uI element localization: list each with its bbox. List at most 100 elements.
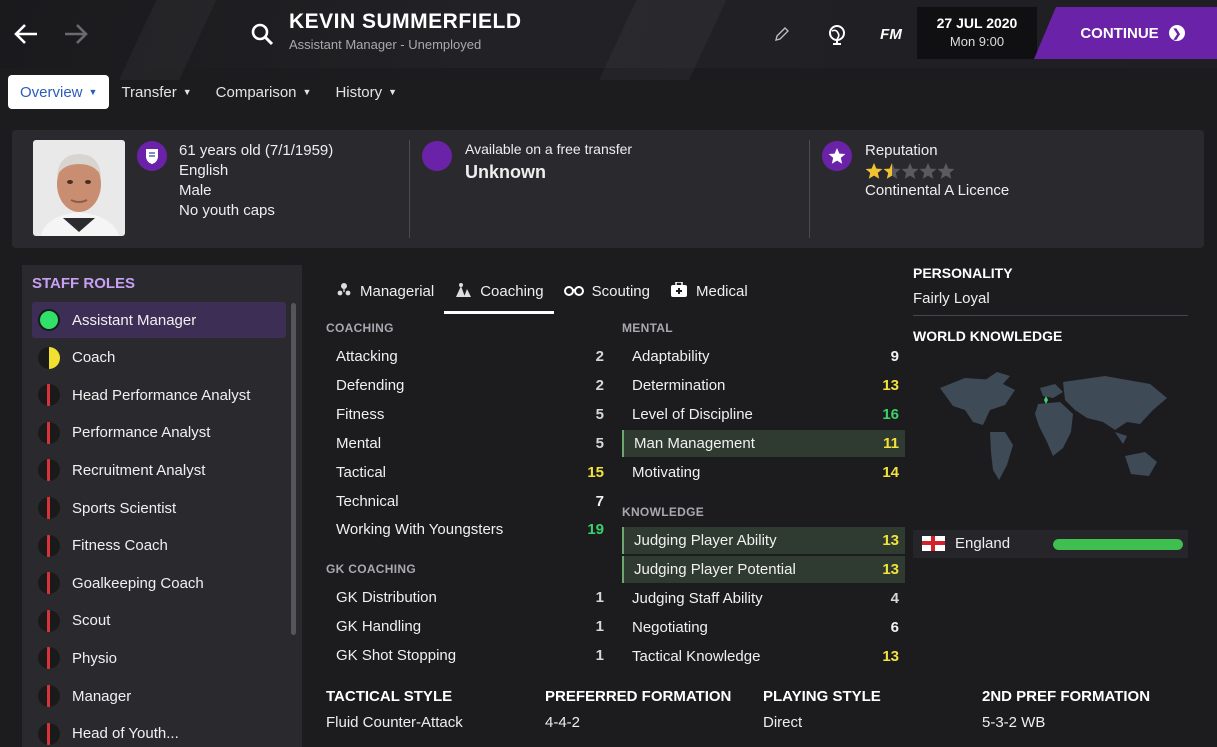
role-suitability-icon: [38, 384, 60, 407]
staff-role-item[interactable]: Head of Youth...: [32, 716, 286, 747]
reputation-label: Reputation: [865, 142, 938, 159]
staff-role-label: Head Performance Analyst: [72, 386, 251, 404]
attribute-value: 15: [587, 463, 604, 481]
star-icon: [822, 141, 852, 171]
playing-style-label: PLAYING STYLE: [763, 688, 881, 705]
forward-arrow-icon[interactable]: [56, 14, 96, 54]
attribute-row[interactable]: Mental 5: [326, 430, 610, 457]
subtab-label: Scouting: [591, 283, 650, 300]
subtab-managerial[interactable]: Managerial: [326, 272, 444, 314]
staff-role-item[interactable]: Goalkeeping Coach: [32, 565, 286, 601]
staff-role-item[interactable]: Performance Analyst: [32, 415, 286, 451]
attribute-label: Tactical Knowledge: [632, 647, 761, 665]
attribute-label: Tactical: [336, 463, 387, 481]
attribute-row[interactable]: Level of Discipline 16: [622, 401, 905, 428]
staff-role-item[interactable]: Recruitment Analyst: [32, 452, 286, 488]
attribute-row[interactable]: GK Handling 1: [326, 613, 610, 640]
avatar[interactable]: [33, 140, 125, 236]
attribute-value: 5: [595, 434, 604, 452]
attribute-row[interactable]: Fitness 5: [326, 401, 610, 428]
tab-transfer[interactable]: Transfer ▼: [109, 75, 203, 109]
attribute-row[interactable]: Attacking 2: [326, 343, 610, 370]
attribute-row[interactable]: Determination 13: [622, 372, 905, 399]
reputation-stars: [865, 162, 955, 180]
staff-role-item[interactable]: Fitness Coach: [32, 528, 286, 564]
tab-comparison[interactable]: Comparison ▼: [204, 75, 324, 109]
search-icon[interactable]: [242, 14, 282, 54]
attribute-row[interactable]: Man Management 11: [622, 429, 905, 457]
staff-role-label: Recruitment Analyst: [72, 461, 206, 479]
attribute-value: 6: [890, 618, 899, 636]
nationality[interactable]: English: [179, 161, 228, 181]
attribute-label: GK Handling: [336, 617, 422, 635]
attribute-row[interactable]: Judging Staff Ability 4: [622, 585, 905, 612]
youth-caps: No youth caps: [179, 202, 275, 219]
attribute-row[interactable]: Motivating 14: [622, 459, 905, 486]
attribute-label: Attacking: [336, 348, 398, 365]
chevron-right-icon: ❯: [1168, 25, 1185, 41]
attribute-row[interactable]: Defending 2: [326, 372, 610, 399]
staff-role-item[interactable]: Head Performance Analyst: [32, 377, 286, 413]
attribute-label: GK Distribution: [336, 589, 437, 606]
staff-role-item[interactable]: Physio: [32, 640, 286, 676]
attribute-row[interactable]: Judging Player Ability 13: [622, 527, 905, 554]
attribute-row[interactable]: GK Shot Stopping 1: [326, 642, 610, 669]
attribute-row[interactable]: Tactical Knowledge 13: [622, 643, 905, 670]
tab-label: History: [335, 83, 383, 101]
current-time: Mon 9:00: [949, 34, 1005, 49]
attribute-label: Judging Player Ability: [634, 532, 777, 549]
coaching-icon: [454, 282, 472, 301]
star-icon: [901, 162, 919, 180]
licence: Continental A Licence: [865, 182, 1010, 199]
chevron-down-icon: ▼: [88, 87, 98, 97]
role-suitability-icon: [38, 421, 60, 444]
attribute-label: Fitness: [336, 405, 385, 423]
continue-label: CONTINUE: [1080, 24, 1159, 42]
staff-role-item[interactable]: Sports Scientist: [32, 490, 286, 526]
attribute-row[interactable]: Working With Youngsters 19: [326, 516, 610, 543]
gk-coaching-section-title: GK COACHING: [326, 562, 416, 576]
attribute-row[interactable]: Tactical 15: [326, 459, 610, 486]
back-arrow-icon[interactable]: [6, 14, 46, 54]
staff-role-label: Scout: [72, 612, 111, 630]
background-stripe: [599, 0, 731, 80]
staff-role-item[interactable]: Assistant Manager: [32, 302, 286, 338]
attribute-subtabs: Managerial Coaching Scouting Medical: [326, 272, 758, 314]
staff-role-label: Fitness Coach: [72, 537, 168, 555]
attribute-row[interactable]: Technical 7: [326, 488, 610, 515]
knowledge-country[interactable]: England: [955, 534, 1010, 554]
attribute-label: GK Shot Stopping: [336, 646, 457, 664]
attribute-row[interactable]: Judging Player Potential 13: [622, 555, 905, 583]
scrollbar[interactable]: [291, 303, 296, 635]
second-formation-label: 2ND PREF FORMATION: [982, 688, 1151, 705]
subtab-scouting[interactable]: Scouting: [554, 272, 660, 314]
staff-role-item[interactable]: Coach: [32, 340, 286, 376]
attribute-label: Negotiating: [632, 618, 708, 636]
date-display[interactable]: 27 JUL 2020 Mon 9:00: [917, 7, 1037, 59]
attribute-value: 16: [882, 405, 899, 423]
edit-pencil-icon[interactable]: [770, 22, 794, 46]
attribute-label: Working With Youngsters: [336, 521, 504, 539]
attribute-value: 1: [595, 589, 604, 606]
coaching-section-title: COACHING: [326, 321, 394, 335]
tab-overview[interactable]: Overview ▼: [8, 75, 110, 109]
continue-button[interactable]: CONTINUE ❯: [1034, 7, 1217, 59]
fm-logo-icon[interactable]: FM: [876, 22, 906, 46]
subtab-medical[interactable]: Medical: [660, 272, 758, 314]
subtab-coaching[interactable]: Coaching: [444, 272, 554, 314]
attribute-label: Judging Staff Ability: [632, 589, 763, 607]
attribute-row[interactable]: Negotiating 6: [622, 614, 905, 641]
staff-role-label: Manager: [72, 687, 132, 705]
attribute-label: Level of Discipline: [632, 405, 753, 423]
transfer-status: Available on a free transfer: [465, 141, 633, 157]
globe-icon[interactable]: [825, 22, 849, 46]
tab-history[interactable]: History ▼: [323, 75, 409, 109]
personality-value: Fairly Loyal: [913, 290, 990, 307]
staff-role-item[interactable]: Scout: [32, 603, 286, 639]
world-map[interactable]: [935, 370, 1180, 510]
attribute-row[interactable]: GK Distribution 1: [326, 584, 610, 611]
tactical-style-value: Fluid Counter-Attack: [326, 714, 463, 731]
staff-role-item[interactable]: Manager: [32, 678, 286, 714]
attribute-row[interactable]: Adaptability 9: [622, 343, 905, 370]
knowledge-section-title: KNOWLEDGE: [622, 505, 705, 519]
